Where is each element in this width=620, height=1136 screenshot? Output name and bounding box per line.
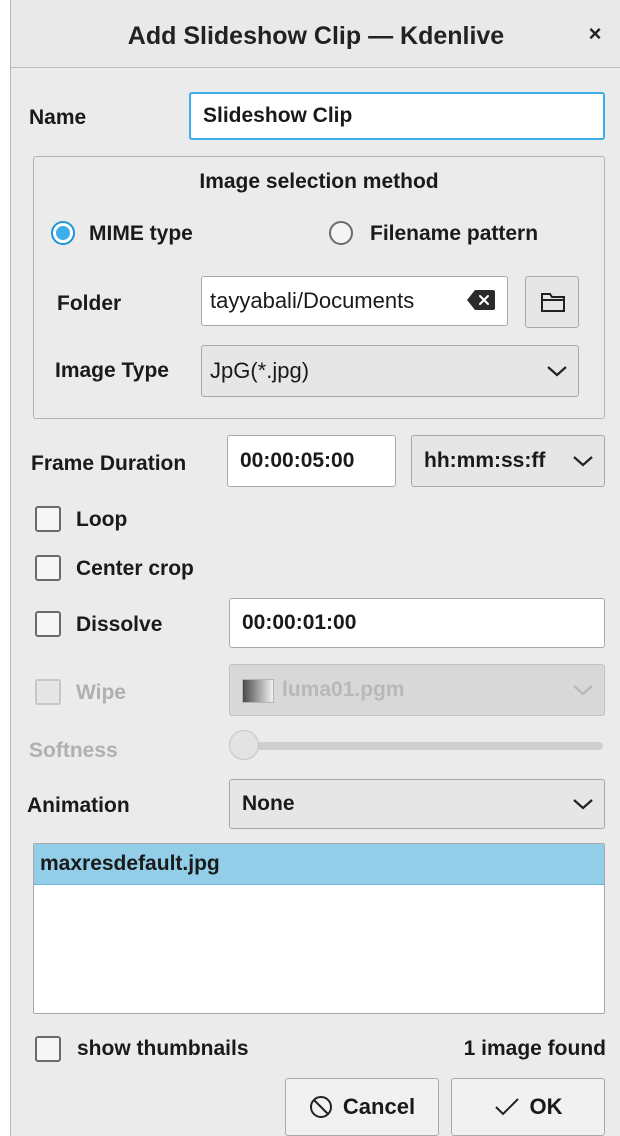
loop-label[interactable]: Loop — [76, 508, 127, 532]
checkmark-icon — [494, 1098, 519, 1116]
cancel-icon — [309, 1096, 332, 1118]
wipe-value: luma01.pgm — [282, 678, 405, 701]
image-selection-title: Image selection method — [199, 170, 439, 193]
folder-input-value: tayyabali/Documents — [210, 288, 415, 313]
wipe-label: Wipe — [76, 681, 126, 704]
list-item-label: maxresdefault.jpg — [40, 852, 220, 875]
close-icon[interactable]: × — [583, 22, 607, 46]
image-count-status: 1 image found — [463, 1037, 606, 1060]
dissolve-label[interactable]: Dissolve — [76, 613, 162, 637]
mime-type-label[interactable]: MIME type — [89, 222, 193, 246]
wipe-dropdown[interactable]: luma01.pgm — [229, 664, 605, 716]
title-bar: Add Slideshow Clip — Kdenlive × — [11, 0, 620, 68]
cancel-button-label: Cancel — [342, 1094, 416, 1119]
image-type-value: JpG(*.jpg) — [210, 358, 310, 383]
softness-slider-handle[interactable] — [229, 730, 259, 760]
image-type-dropdown[interactable]: JpG(*.jpg) — [201, 345, 579, 397]
ok-button[interactable]: OK — [451, 1078, 605, 1136]
show-thumbnails-checkbox[interactable] — [35, 1036, 61, 1062]
name-label: Name — [29, 106, 87, 129]
animation-label: Animation — [27, 794, 130, 817]
list-item[interactable]: maxresdefault.jpg — [34, 844, 604, 885]
frame-duration-input[interactable]: 00:00:05:00 — [227, 435, 396, 487]
ok-button-label: OK — [529, 1094, 563, 1119]
softness-slider-track[interactable] — [241, 742, 603, 750]
frame-duration-label: Frame Duration — [31, 452, 187, 475]
window-title: Add Slideshow Clip — Kdenlive — [127, 22, 505, 50]
filename-pattern-label[interactable]: Filename pattern — [370, 222, 538, 246]
add-slideshow-clip-dialog: Add Slideshow Clip — Kdenlive × Name Sli… — [10, 0, 620, 1136]
loop-checkbox[interactable] — [35, 506, 61, 532]
time-format-dropdown[interactable]: hh:mm:ss:ff — [411, 435, 605, 487]
dissolve-checkbox[interactable] — [35, 611, 61, 637]
mime-type-radio[interactable] — [51, 221, 75, 245]
animation-dropdown[interactable]: None — [229, 779, 605, 829]
frame-duration-value: 00:00:05:00 — [240, 449, 355, 472]
cancel-button[interactable]: Cancel — [285, 1078, 439, 1136]
luma-preview-icon — [242, 679, 274, 703]
wipe-checkbox[interactable] — [35, 679, 61, 705]
center-crop-label[interactable]: Center crop — [76, 557, 194, 581]
center-crop-checkbox[interactable] — [35, 555, 61, 581]
chevron-down-icon — [573, 799, 593, 810]
chevron-down-icon — [547, 366, 567, 377]
folder-input[interactable]: tayyabali/Documents — [201, 276, 508, 326]
dissolve-duration-value: 00:00:01:00 — [242, 611, 357, 634]
chevron-down-icon — [573, 456, 593, 467]
image-file-list[interactable]: maxresdefault.jpg — [33, 843, 605, 1014]
folder-label: Folder — [57, 292, 122, 315]
browse-folder-button[interactable] — [525, 276, 579, 328]
folder-icon — [541, 293, 565, 312]
image-type-label: Image Type — [55, 359, 169, 382]
name-input-value: Slideshow Clip — [203, 104, 353, 127]
clear-text-icon[interactable] — [467, 289, 495, 311]
time-format-value: hh:mm:ss:ff — [424, 449, 546, 472]
softness-label: Softness — [29, 739, 118, 762]
name-input[interactable]: Slideshow Clip — [189, 92, 605, 140]
animation-value: None — [242, 792, 295, 815]
filename-pattern-radio[interactable] — [329, 221, 353, 245]
show-thumbnails-label[interactable]: show thumbnails — [77, 1037, 249, 1061]
dissolve-duration-input[interactable]: 00:00:01:00 — [229, 598, 605, 648]
chevron-down-icon — [573, 685, 593, 696]
